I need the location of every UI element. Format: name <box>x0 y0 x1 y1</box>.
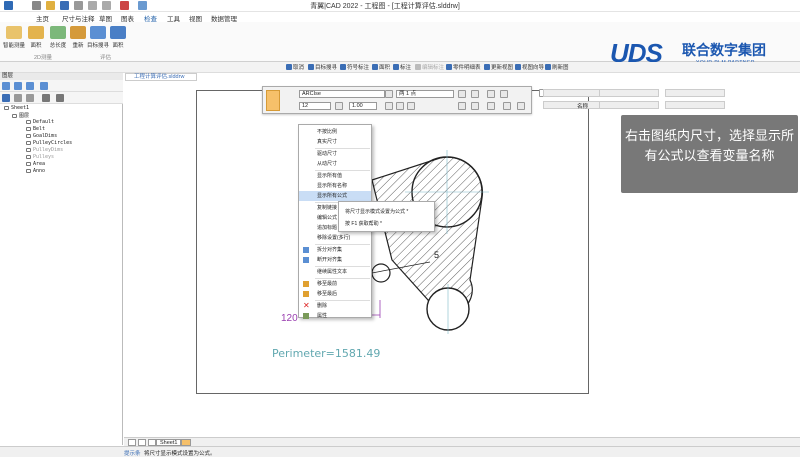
property-field-3[interactable] <box>599 89 659 97</box>
prev-sheet-icon[interactable] <box>138 439 146 446</box>
menu-item-remove-settings[interactable]: 移除设置(多行) <box>299 233 371 243</box>
snap-icon[interactable] <box>487 102 495 110</box>
menu-item-driven[interactable]: 从动尺寸 <box>299 159 371 169</box>
break-icon <box>303 257 309 263</box>
status-label: 提示条 <box>124 451 141 457</box>
font-select[interactable]: ARCIse <box>299 90 385 98</box>
underline-icon[interactable] <box>407 102 415 110</box>
menu-item-show-values[interactable]: 显示所有值 <box>299 171 371 181</box>
line-style-icon[interactable] <box>335 102 343 110</box>
bold-icon[interactable] <box>385 102 393 110</box>
menu-item-driving[interactable]: 驱动尺寸 <box>299 149 371 159</box>
menu-item-continue-text[interactable]: 继续属性文本 <box>299 267 371 277</box>
menu-item-properties[interactable]: 属性 <box>299 311 371 321</box>
menu-item-show-names[interactable]: 显示所有名称 <box>299 181 371 191</box>
rotate-icon[interactable] <box>458 90 466 98</box>
property-fields: 名称 <box>535 86 800 114</box>
delete-icon: ✕ <box>303 301 310 310</box>
distance-dimension[interactable]: 120 <box>281 313 298 324</box>
status-text: 将尺寸显示模式设置为公式。 <box>144 451 216 457</box>
menu-item-send-back[interactable]: 移至最后 <box>299 289 371 299</box>
menu-item-show-formulas[interactable]: 显示所有公式 <box>299 191 371 201</box>
pointer-icon[interactable] <box>266 90 280 111</box>
name-label: 名称 <box>577 104 589 110</box>
size-select[interactable]: 12 <box>299 102 331 110</box>
menu-item-break-align[interactable]: 断开对齐集 <box>299 255 371 265</box>
submenu-set-formula[interactable]: 将尺寸显示模式设置为公式 * <box>345 208 408 215</box>
property-field-5[interactable] <box>665 89 725 97</box>
send-back-icon <box>303 291 309 297</box>
bring-front-icon <box>303 281 309 287</box>
property-field-2[interactable] <box>543 101 603 109</box>
sheet-tab-bar: Sheet1 <box>124 437 800 446</box>
grid-icon[interactable] <box>503 102 511 110</box>
first-sheet-icon[interactable] <box>128 439 136 446</box>
menu-item-delete[interactable]: ✕ 删除 <box>299 301 371 311</box>
angle-dimension[interactable]: 5 <box>434 250 439 260</box>
format-toolbar: ARCIse 12 1.00 两 1 点 <box>262 86 532 114</box>
menu-item-split-align[interactable]: 拆分对齐集 <box>299 245 371 255</box>
property-field-6[interactable] <box>665 101 725 109</box>
instruction-tooltip: 右击图纸内尺寸，选择显示所有公式以查看变量名称 <box>621 115 798 193</box>
frame-icon[interactable] <box>517 102 525 110</box>
submenu-popup: 将尺寸显示模式设置为公式 * 按 F1 获取帮助 * <box>338 201 435 232</box>
perimeter-label: Perimeter=1581.49 <box>272 347 381 360</box>
italic-icon[interactable] <box>396 102 404 110</box>
arrow-left-icon[interactable] <box>487 90 495 98</box>
status-bar: 提示条 将尺寸显示模式设置为公式。 <box>0 446 800 457</box>
distribute-icon[interactable] <box>471 102 479 110</box>
menu-item-bring-front[interactable]: 移至最前 <box>299 279 371 289</box>
menu-item-no-scale[interactable]: 不按比例 <box>299 127 371 137</box>
sheet-tab-1[interactable]: Sheet1 <box>156 439 182 446</box>
property-field-1[interactable] <box>543 89 603 97</box>
layer-select[interactable]: 两 1 点 <box>396 90 454 98</box>
split-icon <box>303 247 309 253</box>
property-field-4[interactable] <box>599 101 659 109</box>
next-sheet-icon[interactable] <box>148 439 156 446</box>
properties-icon <box>303 313 309 319</box>
menu-item-true-dim[interactable]: 真实尺寸 <box>299 137 371 147</box>
scale-select[interactable]: 1.00 <box>349 102 377 110</box>
pulley-small <box>371 263 391 283</box>
align-icon[interactable] <box>458 102 466 110</box>
arrow-right-icon[interactable] <box>500 90 508 98</box>
belt-area <box>371 156 484 314</box>
submenu-help[interactable]: 按 F1 获取帮助 * <box>345 220 382 227</box>
add-sheet-icon[interactable] <box>181 439 191 446</box>
mirror-icon[interactable] <box>471 90 479 98</box>
cross-icon[interactable] <box>385 90 393 98</box>
